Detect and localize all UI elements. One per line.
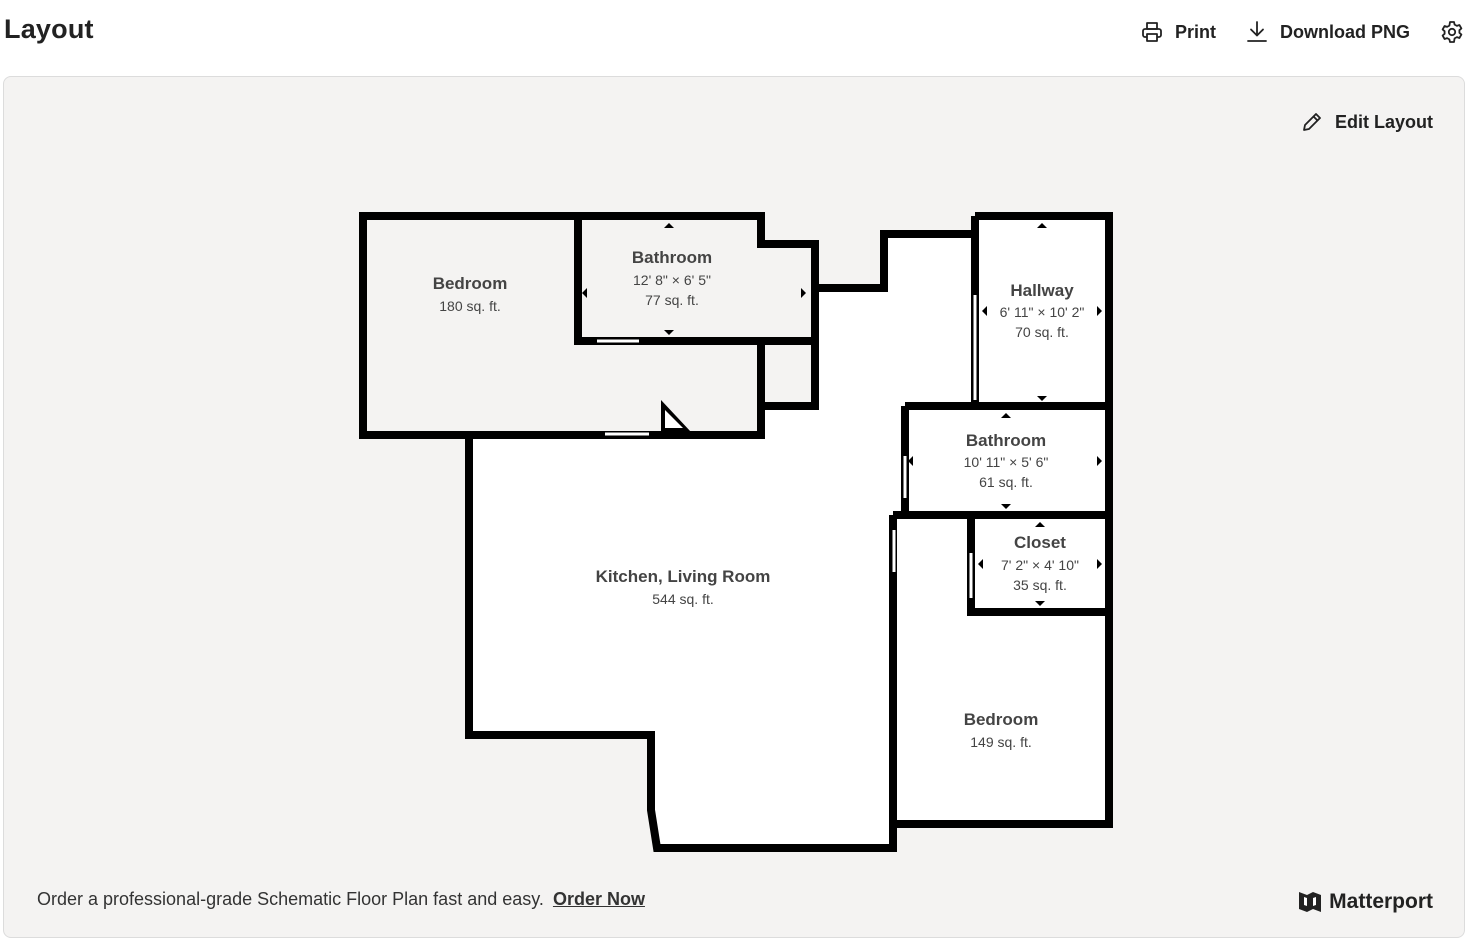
room-area: 149 sq. ft. bbox=[970, 734, 1031, 750]
settings-button[interactable] bbox=[1440, 19, 1466, 45]
order-promo: Order a professional-grade Schematic Flo… bbox=[37, 889, 645, 910]
room-area: 70 sq. ft. bbox=[1015, 324, 1069, 340]
matterport-brand: Matterport bbox=[1297, 889, 1433, 915]
room-area: 180 sq. ft. bbox=[439, 298, 500, 314]
floor-plan-panel: Edit Layout Bedroom 180 sq. ft. Bathroom… bbox=[3, 76, 1465, 938]
download-icon bbox=[1247, 21, 1267, 42]
order-now-link[interactable]: Order Now bbox=[553, 889, 645, 909]
brand-name: Matterport bbox=[1329, 890, 1433, 913]
room-name: Kitchen, Living Room bbox=[596, 567, 771, 586]
room-dimensions: 6' 11" × 10' 2" bbox=[1000, 304, 1085, 320]
gear-icon bbox=[1441, 21, 1463, 43]
room-dimensions: 7' 2" × 4' 10" bbox=[1001, 557, 1079, 573]
matterport-logo-icon bbox=[1299, 892, 1322, 912]
top-actions: Print Download PNG bbox=[1141, 18, 1466, 46]
download-label: Download PNG bbox=[1280, 21, 1410, 42]
print-label: Print bbox=[1174, 21, 1216, 42]
floor-plan: Bedroom 180 sq. ft. Bathroom 12' 8" × 6'… bbox=[359, 212, 1113, 852]
room-dimensions: 10' 11" × 5' 6" bbox=[964, 454, 1049, 470]
room-name: Bedroom bbox=[964, 710, 1039, 729]
promo-text: Order a professional-grade Schematic Flo… bbox=[37, 889, 544, 909]
printer-icon bbox=[1142, 22, 1162, 42]
room-name: Closet bbox=[1014, 533, 1066, 552]
room-area: 35 sq. ft. bbox=[1013, 577, 1067, 593]
door-swing-inner bbox=[665, 410, 683, 428]
room-name: Bathroom bbox=[966, 431, 1046, 450]
top-bar: Layout Print Download PNG bbox=[0, 0, 1466, 64]
room-name: Bedroom bbox=[433, 274, 508, 293]
page-title: Layout bbox=[4, 14, 94, 44]
room-name: Hallway bbox=[1010, 281, 1074, 300]
room-area: 61 sq. ft. bbox=[979, 474, 1033, 490]
room-name: Bathroom bbox=[632, 248, 712, 267]
download-png-button[interactable]: Download PNG bbox=[1246, 20, 1410, 44]
room-area: 544 sq. ft. bbox=[652, 591, 713, 607]
room-dimensions: 12' 8" × 6' 5" bbox=[633, 272, 711, 288]
room-area: 77 sq. ft. bbox=[645, 292, 699, 308]
print-button[interactable]: Print bbox=[1141, 21, 1216, 43]
